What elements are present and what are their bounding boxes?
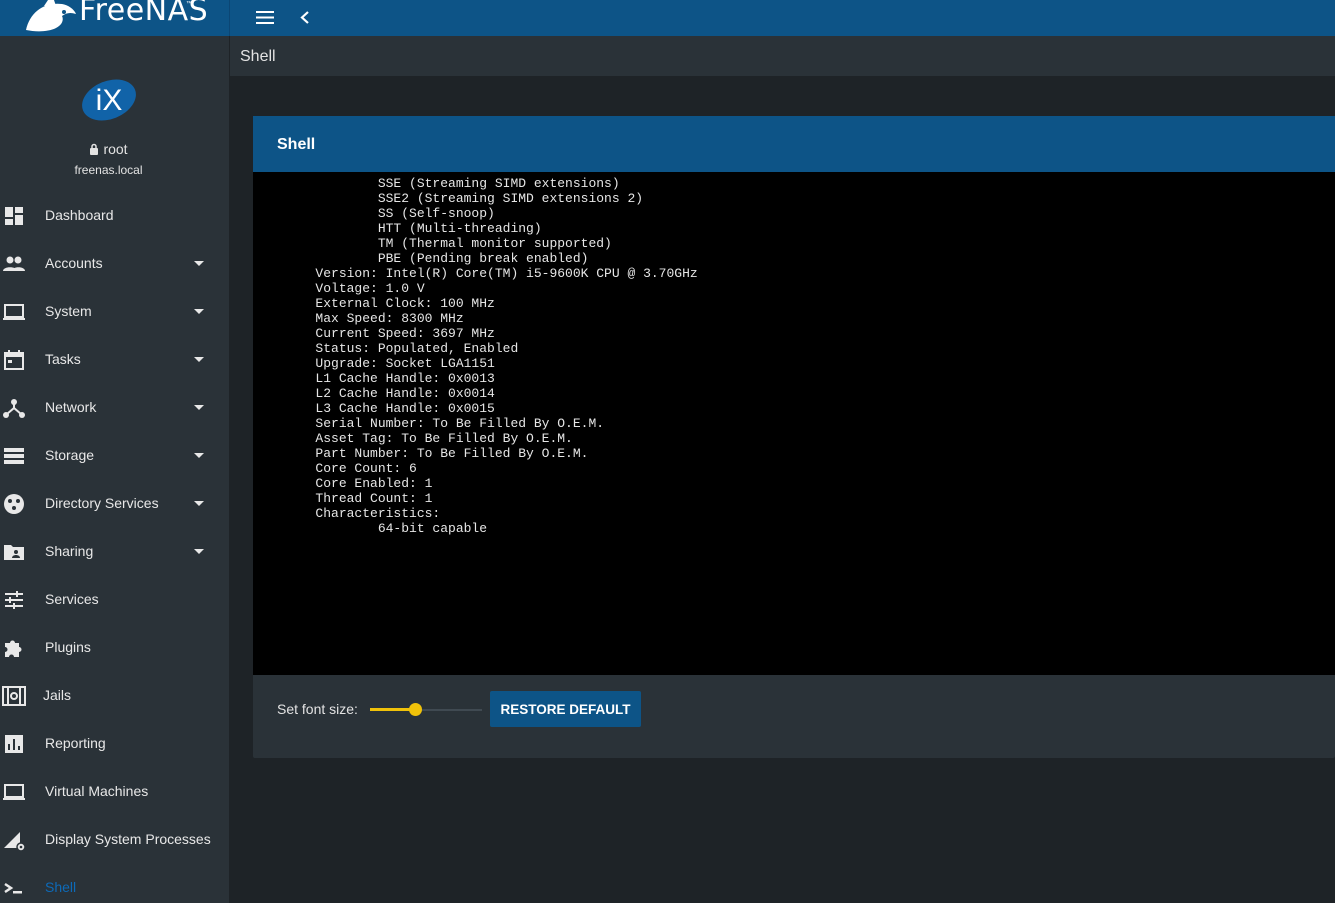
sidebar-item-network[interactable]: Network: [0, 384, 229, 432]
sidebar-item-display-system-processes[interactable]: Display System Processes: [0, 816, 229, 864]
sidebar-item-storage[interactable]: Storage: [0, 432, 229, 480]
jail-icon: [2, 686, 26, 706]
laptop-icon: [3, 304, 25, 320]
calendar-icon: [4, 350, 24, 370]
sidebar-item-label: Accounts: [45, 255, 103, 271]
collapse-sidebar-button[interactable]: [295, 5, 315, 30]
shell-card-title: Shell: [277, 136, 316, 153]
ix-avatar-icon: iX: [82, 79, 136, 121]
font-size-slider[interactable]: [370, 699, 482, 719]
caret-down-icon: [194, 357, 204, 362]
sidebar-item-label: Network: [45, 399, 97, 415]
sidebar-item-label: Display System Processes: [45, 831, 211, 847]
caret-down-icon: [194, 261, 204, 266]
freenas-logo[interactable]: FreeNAS ™: [0, 0, 229, 36]
sidebar-item-label: Reporting: [45, 735, 106, 751]
sidebar-item-plugins[interactable]: Plugins: [0, 624, 229, 672]
lock-icon: [90, 143, 99, 155]
terminal-icon: [4, 882, 22, 894]
sidebar-item-label: Storage: [45, 447, 95, 463]
tune-icon: [5, 591, 23, 609]
dashboard-icon: [5, 207, 23, 225]
directory-services-icon: [4, 494, 24, 514]
menu-icon: [256, 11, 274, 24]
caret-down-icon: [194, 501, 204, 506]
chevron-left-icon: [300, 11, 309, 24]
page-title: Shell: [240, 48, 276, 65]
sidebar-item-label: Directory Services: [45, 495, 159, 511]
sidebar-item-label: Jails: [43, 687, 72, 703]
logo-trademark: ™: [186, 1, 192, 7]
user-name-label: root: [103, 141, 128, 157]
sidebar-item-jails[interactable]: Jails: [0, 672, 229, 720]
sidebar-item-sharing[interactable]: Sharing: [0, 528, 229, 576]
sidebar-item-reporting[interactable]: Reporting: [0, 720, 229, 768]
sidebar-item-virtual-machines[interactable]: Virtual Machines: [0, 768, 229, 816]
caret-down-icon: [194, 549, 204, 554]
sidebar-item-directory-services[interactable]: Directory Services: [0, 480, 229, 528]
sidebar-item-shell[interactable]: Shell: [0, 864, 229, 903]
sidebar-item-label: Shell: [45, 879, 77, 895]
top-bar: FreeNAS ™: [0, 0, 1335, 36]
sidebar-item-label: Sharing: [45, 543, 94, 559]
sidebar-item-label: Virtual Machines: [45, 783, 149, 799]
sidebar-item-system[interactable]: System: [0, 288, 229, 336]
shell-card: Shell SSE (Streaming SIMD extensions) SS…: [253, 116, 1335, 758]
terminal-output: SSE (Streaming SIMD extensions) SSE2 (St…: [315, 176, 698, 536]
sidebar-item-services[interactable]: Services: [0, 576, 229, 624]
puzzle-icon: [5, 640, 22, 657]
slider-thumb[interactable]: [408, 703, 422, 716]
host-name: freenas.local: [74, 163, 143, 177]
laptop-icon: [3, 784, 25, 800]
network-icon: [3, 399, 25, 418]
caret-down-icon: [194, 453, 204, 458]
storage-icon: [4, 448, 24, 464]
terminal[interactable]: SSE (Streaming SIMD extensions) SSE2 (St…: [253, 172, 1335, 675]
processes-icon: [4, 832, 26, 852]
sidebar-item-label: Tasks: [45, 351, 81, 367]
shared-folder-icon: [4, 545, 24, 560]
sidebar-item-label: Plugins: [45, 639, 91, 655]
topbar-divider: [229, 0, 230, 36]
menu-toggle-button[interactable]: [253, 5, 278, 30]
sidebar-item-label: Services: [45, 591, 99, 607]
font-size-label: Set font size:: [277, 701, 358, 717]
shark-logo-icon: [26, 0, 76, 32]
user-name: root: [0, 141, 217, 157]
caret-down-icon: [194, 405, 204, 410]
sidebar-item-label: System: [45, 303, 92, 319]
breadcrumb: Shell: [230, 36, 1335, 76]
svg-text:iX: iX: [96, 84, 123, 117]
shell-card-header: Shell: [253, 116, 1335, 172]
sidebar-item-accounts[interactable]: Accounts: [0, 240, 229, 288]
sidebar-item-dashboard[interactable]: Dashboard: [0, 192, 229, 240]
sidebar-item-tasks[interactable]: Tasks: [0, 336, 229, 384]
sidebar-item-label: Dashboard: [45, 207, 114, 223]
bar-chart-icon: [5, 735, 23, 753]
caret-down-icon: [194, 309, 204, 314]
sidebar: iX root freenas.local Dashboard Accounts…: [0, 36, 229, 903]
people-icon: [3, 256, 25, 271]
restore-default-button[interactable]: RESTORE DEFAULT: [490, 691, 641, 727]
